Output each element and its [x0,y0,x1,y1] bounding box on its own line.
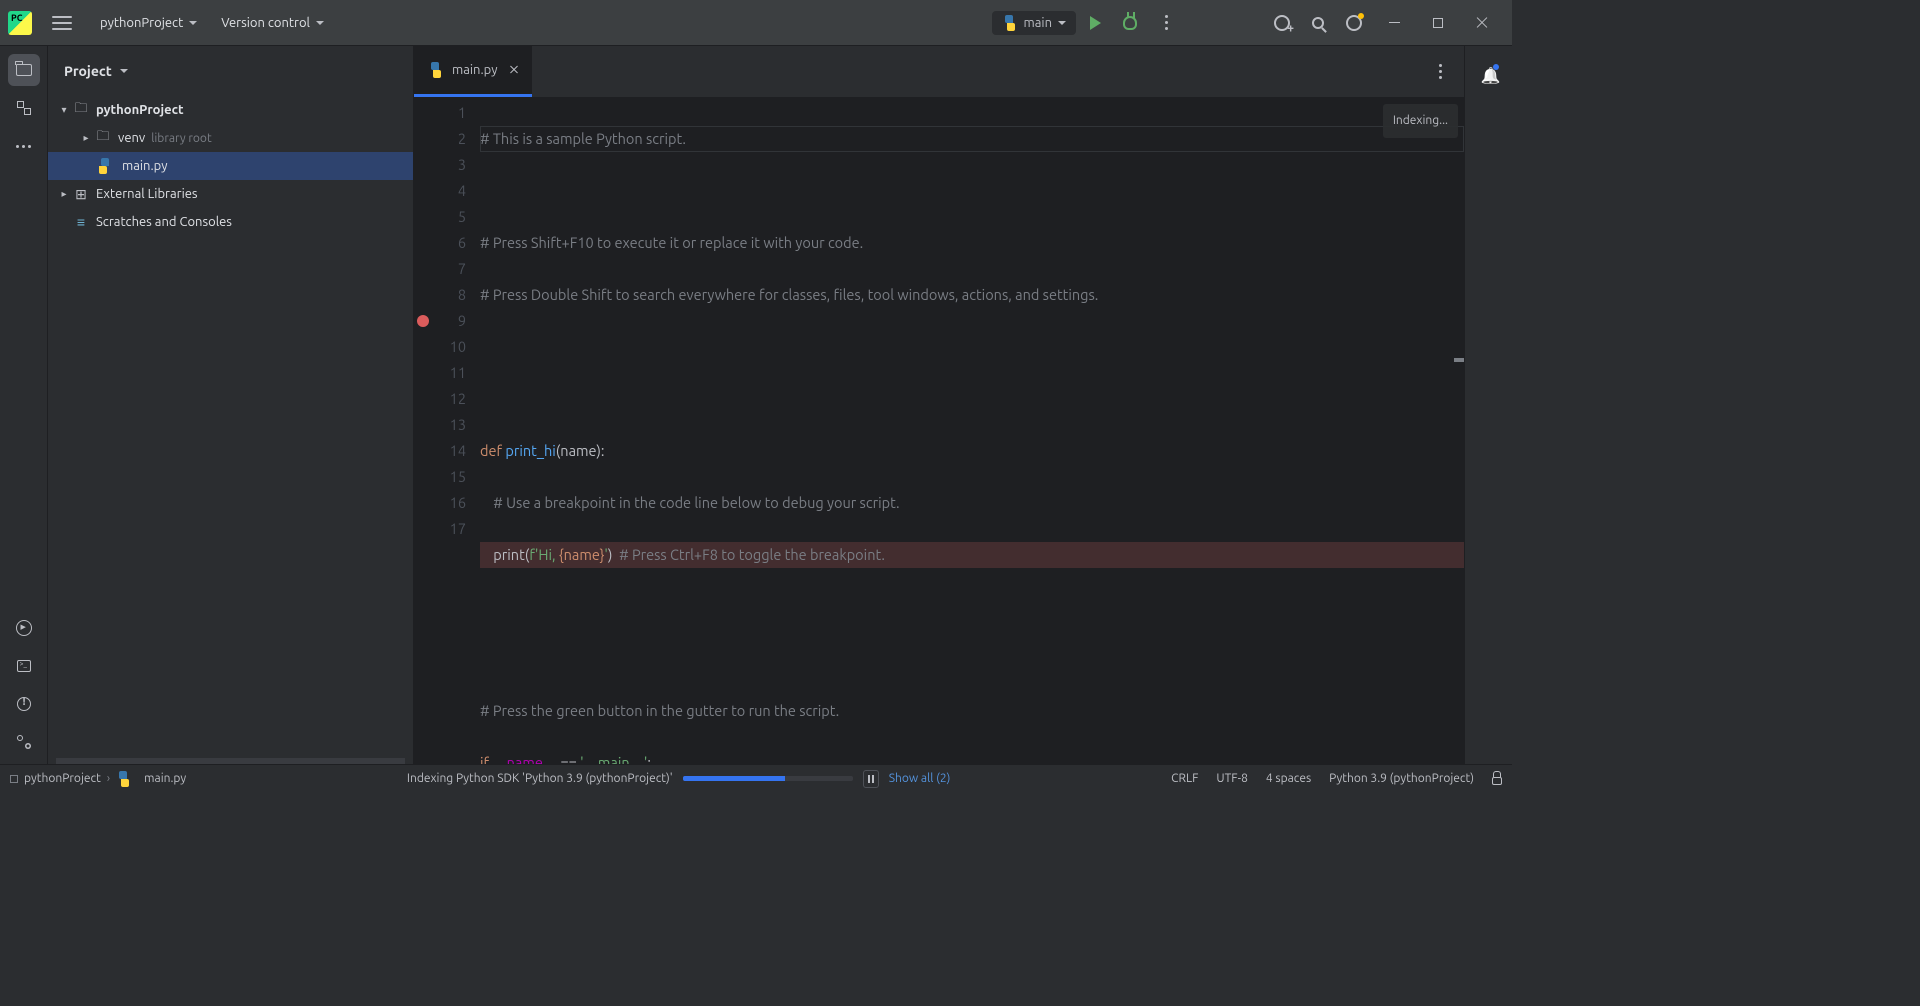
indent-widget[interactable]: 4 spaces [1266,772,1311,785]
python-file-icon [116,771,132,787]
window-close[interactable] [1460,7,1504,39]
problem-icon [17,697,31,711]
more-tools-button[interactable] [8,130,40,162]
structure-tool-button[interactable] [8,92,40,124]
module-icon [10,775,18,783]
close-icon [1476,17,1488,29]
tab-main-py[interactable]: main.py [414,46,532,97]
project-panel: Project ▾🗀pythonProject ▸🗀venvlibrary ro… [48,46,414,764]
title-bar: pythonProject Version control main [0,0,1512,46]
project-tool-button[interactable] [8,54,40,86]
folder-icon: 🗀 [94,127,112,149]
dots-vertical-icon [1165,15,1168,30]
window-maximize[interactable] [1416,7,1460,39]
indexing-progress-bar [683,776,853,781]
code-content[interactable]: # This is a sample Python script. # Pres… [476,98,1464,764]
structure-icon [17,101,31,115]
chevron-down-icon [120,69,128,73]
gear-icon [1346,15,1362,31]
python-file-icon [1002,15,1018,31]
search-everywhere-button[interactable] [1302,7,1334,39]
code-with-me-button[interactable] [1266,7,1298,39]
project-name: pythonProject [100,16,183,30]
panel-scrollbar[interactable] [56,758,405,764]
editor-area: main.py 1 2 3 4 [414,46,1464,764]
notifications-button[interactable] [1473,58,1505,90]
terminal-button[interactable] [8,650,40,682]
dots-horizontal-icon [16,145,31,148]
tree-row-external-libraries[interactable]: ▸External Libraries [48,180,413,208]
user-plus-icon [1274,15,1290,31]
dots-vertical-icon [1439,64,1442,79]
interpreter-widget[interactable]: Python 3.9 (pythonProject) [1329,772,1474,785]
stripe-marker[interactable] [1454,358,1464,362]
more-run-options[interactable] [1150,7,1182,39]
bug-icon [1123,16,1137,30]
right-tool-strip [1464,46,1512,764]
folder-icon [16,64,32,76]
scratches-icon [72,214,90,230]
indexing-status-label: Indexing Python SDK 'Python 3.9 (pythonP… [407,772,673,785]
line-separator-widget[interactable]: CRLF [1171,772,1198,785]
search-icon [1312,17,1324,29]
play-icon [1090,16,1101,30]
lock-icon[interactable] [1492,777,1502,785]
chevron-right-icon: ▸ [78,132,94,144]
tab-close-button[interactable] [506,62,522,78]
problems-button[interactable] [8,688,40,720]
tab-bar: main.py [414,46,1464,98]
version-control-dropdown[interactable]: Version control [209,16,336,30]
chevron-right-icon: › [107,772,110,785]
breakpoint-marker[interactable] [417,315,429,327]
bell-icon [1481,66,1497,82]
editor-tab-options[interactable] [1424,56,1456,88]
chevron-right-icon: ▸ [56,188,72,200]
library-icon [72,186,90,203]
run-configuration-dropdown[interactable]: main [992,11,1076,35]
debug-button[interactable] [1114,7,1146,39]
project-panel-header[interactable]: Project [48,46,413,96]
python-file-icon [98,158,110,174]
indexing-badge: Indexing... [1383,104,1458,138]
line-number-gutter[interactable]: 1 2 3 4 5 6 7 8 9 10 11 12 13 14 15 16 1 [432,98,476,764]
maximize-icon [1433,18,1443,28]
pause-indexing-button[interactable] [863,770,879,788]
project-dropdown[interactable]: pythonProject [88,16,209,30]
tree-row-project-root[interactable]: ▾🗀pythonProject [48,96,413,124]
minimize-icon [1389,22,1400,23]
window-minimize[interactable] [1372,7,1416,39]
vcs-icon [17,735,31,749]
tree-row-main-py[interactable]: main.py [48,152,413,180]
breakpoint-gutter[interactable] [414,98,432,764]
breadcrumb[interactable]: pythonProject › main.py [10,771,186,787]
status-bar: pythonProject › main.py Indexing Python … [0,764,1512,792]
python-console-icon [16,620,32,636]
python-console-button[interactable] [8,612,40,644]
folder-icon: 🗀 [72,99,90,121]
python-file-icon [428,62,444,78]
chevron-down-icon: ▾ [56,104,72,116]
code-editor[interactable]: 1 2 3 4 5 6 7 8 9 10 11 12 13 14 15 16 1 [414,98,1464,764]
version-control-button[interactable] [8,726,40,758]
run-button[interactable] [1078,7,1110,39]
error-stripe[interactable] [1454,98,1464,764]
chevron-down-icon [316,21,324,25]
hamburger-menu-icon[interactable] [52,16,72,30]
terminal-icon [17,660,31,672]
encoding-widget[interactable]: UTF-8 [1216,772,1247,785]
project-tree: ▾🗀pythonProject ▸🗀venvlibrary root main.… [48,96,413,758]
left-tool-strip [0,46,48,764]
pycharm-app-icon [8,11,32,35]
tree-row-scratches[interactable]: Scratches and Consoles [48,208,413,236]
settings-button[interactable] [1338,7,1370,39]
show-all-tasks-link[interactable]: Show all (2) [889,772,951,785]
chevron-down-icon [1058,21,1066,25]
chevron-down-icon [189,21,197,25]
tree-row-venv[interactable]: ▸🗀venvlibrary root [48,124,413,152]
